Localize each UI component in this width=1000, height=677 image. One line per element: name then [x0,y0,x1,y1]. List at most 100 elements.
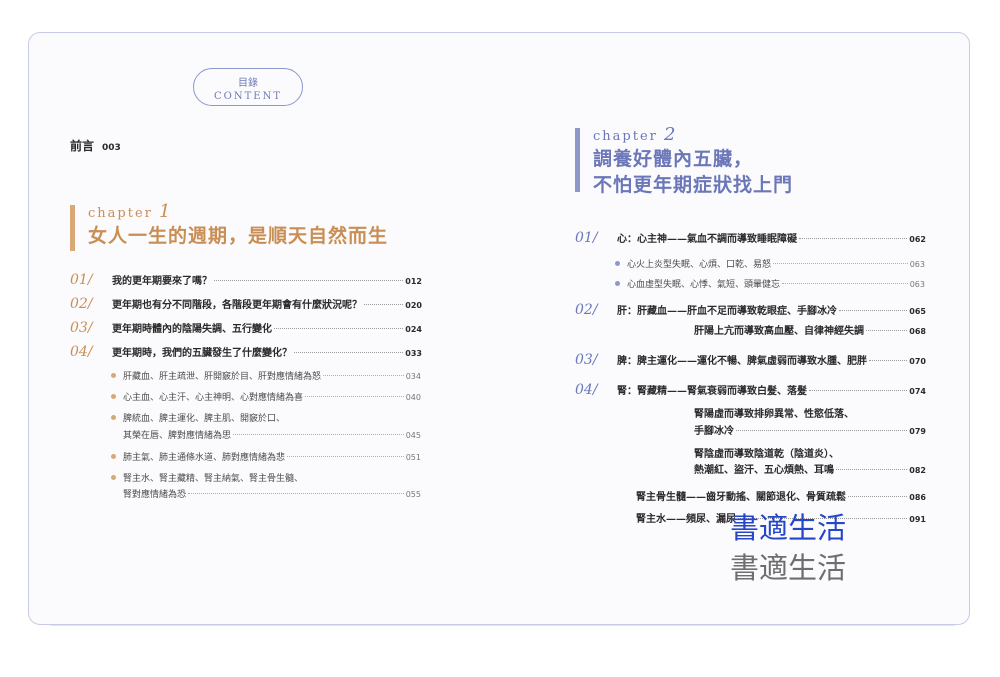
ch2-item-1[interactable]: 01/ 心：心主神——氣血不調而導致睡眠障礙 062 [575,230,926,246]
chapter2-header: chapter 2 調養好體內五臟， 不怕更年期症狀找上門 [575,124,935,198]
item-page: 033 [405,349,422,358]
chapter2-bar [575,128,580,192]
ch2-kidney-yin[interactable]: 熱潮紅、盜汗、五心煩熱、耳鳴 082 [694,461,926,476]
chapter2-title-2: 不怕更年期症狀找上門 [593,174,794,196]
item-page: 070 [909,357,926,366]
chapter1-title: 女人一生的週期，是順天自然而生 [88,225,389,247]
bullet-dot [111,415,116,420]
ch2-kidney-yin-line1[interactable]: 腎陰虛而導致陰道乾（陰道炎）、 [694,445,839,460]
badge-en: CONTENT [214,91,282,102]
item-number: 03/ [70,320,93,336]
chapter1-bar [70,205,75,251]
sub-title: 其榮在唇、脾對應情緒為思 [123,431,232,441]
watermark-blue: 書適生活 [730,511,847,545]
ch1-sub-1[interactable]: 肝藏血、肝主疏泄、肝開竅於目、肝對應情緒為怒 034 [111,369,421,382]
ch2-kidney-yang-line1[interactable]: 腎陽虛而導致排卵異常、性慾低落、 [694,405,854,420]
leader-dots [233,434,404,435]
ch1-item-4[interactable]: 04/ 更年期時，我們的五臟發生了什麼變化？ 033 [70,344,422,360]
chapter1-num: 1 [159,201,173,222]
item-title: 肝：肝藏血——肝血不足而導致乾眼症、手腳冰冷 [617,306,837,317]
item-number: 01/ [70,272,93,288]
sub-page: 055 [405,490,421,499]
ch2-kidney-yang[interactable]: 手腳冰冷 079 [694,422,926,437]
ch1-sub-5[interactable]: 腎對應情緒為恐 055 [111,475,421,500]
bullet-dot [615,261,620,266]
ch2-item-3[interactable]: 03/ 脾：脾主運化——運化不暢、脾氣虛弱而導致水腫、肥胖 070 [575,352,926,368]
chapter2-word: chapter [593,129,658,144]
badge-zh: 目錄 [238,78,258,89]
sub-page: 063 [909,280,925,289]
leader-dots [188,493,404,494]
chapter2-title-1: 調養好體內五臟， [593,148,754,170]
chapter1-word: chapter [88,206,153,221]
ch2-item-2[interactable]: 02/ 肝：肝藏血——肝血不足而導致乾眼症、手腳冰冷 065 [575,302,926,318]
sub-page: 040 [405,393,421,402]
preface-page: 003 [102,143,121,153]
leader-dots [287,456,404,457]
ch2-sub-2[interactable]: 心血虛型失眠、心悸、氣短、頭暈健忘 063 [615,277,925,290]
ch1-item-2[interactable]: 02/ 更年期也有分不同階段，各階段更年期會有什麼狀況呢？ 020 [70,296,422,312]
ch1-item-1[interactable]: 01/ 我的更年期要來了嗎？ 012 [70,272,422,288]
item-page: 068 [909,327,926,336]
leader-dots [782,283,908,284]
leader-dots [305,396,404,397]
item-title: 腎主骨生髓——齒牙動搖、關節退化、骨質疏鬆 [636,492,846,503]
item-title: 更年期時體內的陰陽失調、五行變化 [112,324,272,335]
leader-dots [869,360,908,361]
item-title: 心：心主神——氣血不調而導致睡眠障礙 [617,234,797,245]
ch1-sub-5-line1[interactable]: 腎主水、腎主藏精、腎主納氣、腎主骨生髓、 [123,471,303,484]
ch1-item-3[interactable]: 03/ 更年期時體內的陰陽失調、五行變化 024 [70,320,422,336]
leader-dots [274,328,404,329]
page-edge [50,625,955,626]
leader-dots [848,496,908,497]
ch1-sub-3-line1[interactable]: 脾統血、脾主運化、脾主肌、開竅於口、 [123,411,285,424]
preface-entry[interactable]: 前言 003 [70,137,121,154]
item-page: 020 [405,301,422,310]
item-page: 079 [909,427,926,436]
item-number: 01/ [575,230,598,246]
content-badge: 目錄 CONTENT [193,68,303,106]
item-title: 更年期也有分不同階段，各階段更年期會有什麼狀況呢？ [112,300,362,311]
item-page: 082 [909,466,926,475]
sub-title: 心主血、心主汗、心主神明、心對應情緒為喜 [123,393,304,403]
item-page: 086 [909,493,926,502]
item-page: 074 [909,387,926,396]
ch1-sub-4[interactable]: 肺主氣、肺主通條水道、肺對應情緒為悲 051 [111,450,421,463]
item-page: 062 [909,235,926,244]
leader-dots [364,304,404,305]
sub-title: 肝藏血、肝主疏泄、肝開竅於目、肝對應情緒為怒 [123,372,322,382]
ch2-liver-extra[interactable]: 肝陽上亢而導致高血壓、自律神經失調 068 [694,322,926,337]
ch1-sub-2[interactable]: 心主血、心主汗、心主神明、心對應情緒為喜 040 [111,390,421,403]
sub-title: 腎對應情緒為恐 [123,490,187,500]
chapter2-label: chapter 2 [593,124,677,145]
sub-page: 045 [405,431,421,440]
sub-title: 心血虛型失眠、心悸、氣短、頭暈健忘 [627,280,781,290]
leader-dots [799,238,908,239]
item-page: 012 [405,277,422,286]
item-title: 腎主水——頻尿、漏尿 [636,514,736,525]
item-title: 更年期時，我們的五臟發生了什麼變化？ [112,348,292,359]
ch2-kidney-bone[interactable]: 腎主骨生髓——齒牙動搖、關節退化、骨質疏鬆 086 [636,488,926,503]
item-number: 04/ [70,344,93,360]
ch1-sub-3[interactable]: 其榮在唇、脾對應情緒為思 045 [111,415,421,441]
leader-dots [809,390,908,391]
bullet-dot [111,394,116,399]
item-title: 熱潮紅、盜汗、五心煩熱、耳鳴 [694,465,834,476]
item-title: 肝陽上亢而導致高血壓、自律神經失調 [694,326,864,337]
item-number: 04/ [575,382,598,398]
item-page: 024 [405,325,422,334]
leader-dots [214,280,404,281]
item-page: 065 [909,307,926,316]
item-title: 脾：脾主運化——運化不暢、脾氣虛弱而導致水腫、肥胖 [617,356,867,367]
sub-title: 肺主氣、肺主通條水道、肺對應情緒為悲 [123,453,286,463]
bullet-dot [111,475,116,480]
chapter2-num: 2 [664,124,678,145]
watermark-gray: 書適生活 [730,551,847,585]
item-number: 03/ [575,352,598,368]
sub-page: 051 [405,453,421,462]
chapter1-header: chapter 1 女人一生的週期，是順天自然而生 [70,201,430,255]
item-page: 091 [909,515,926,524]
sub-page: 034 [405,372,421,381]
ch2-item-4[interactable]: 04/ 腎：腎藏精——腎氣衰弱而導致白髮、落髮 074 [575,382,926,398]
ch2-sub-1[interactable]: 心火上炎型失眠、心煩、口乾、易怒 063 [615,257,925,270]
